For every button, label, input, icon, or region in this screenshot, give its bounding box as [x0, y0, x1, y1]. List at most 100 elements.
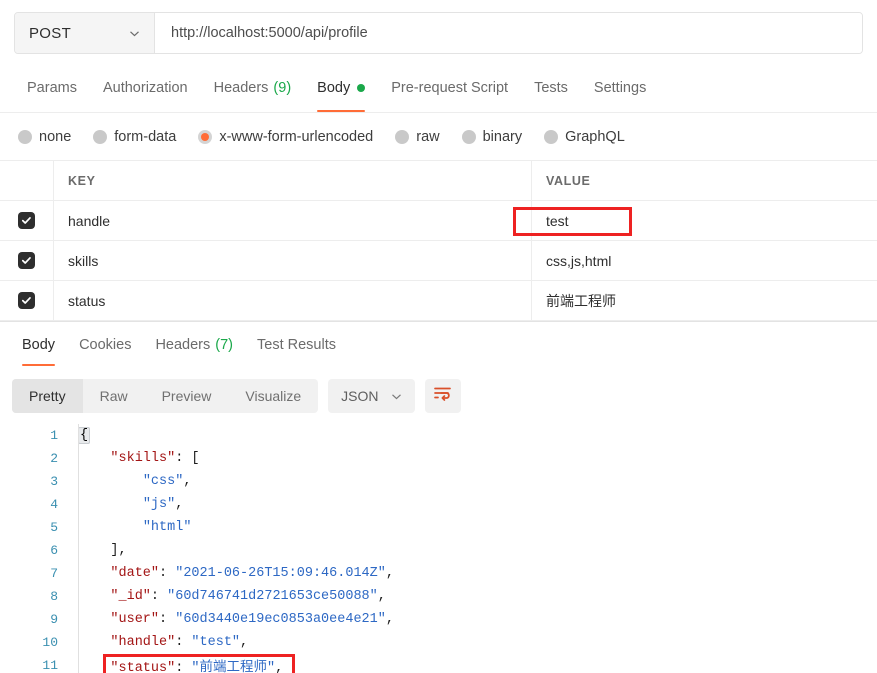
view-mode-visualize[interactable]: Visualize — [228, 379, 318, 413]
body-active-dot-icon — [357, 84, 366, 92]
row-value-cell[interactable]: test — [532, 201, 877, 240]
code-token: : — [159, 612, 176, 627]
tab-tests[interactable]: Tests — [521, 64, 581, 112]
response-tab-bar: Body Cookies Headers (7) Test Results — [0, 321, 877, 368]
headers-count: (9) — [273, 80, 292, 96]
code-token: : [ — [175, 451, 200, 466]
code-text: "date": "2021-06-26T15:09:46.014Z", — [62, 566, 394, 581]
url-input[interactable]: http://localhost:5000/api/profile — [155, 13, 862, 53]
body-type-radio-group: none form-data x-www-form-urlencoded raw… — [0, 113, 877, 161]
code-line: 6 ], — [0, 539, 877, 562]
code-token: "test" — [191, 635, 241, 650]
code-text: { — [62, 427, 91, 444]
code-token: : — [175, 661, 192, 673]
line-number: 2 — [50, 451, 58, 466]
tab-label: Body — [22, 337, 56, 353]
code-token: "skills" — [110, 451, 176, 466]
word-wrap-toggle-button[interactable] — [424, 379, 461, 413]
line-number: 8 — [50, 589, 58, 604]
code-line: 5 "html" — [0, 516, 877, 539]
response-view-toolbar: Pretty Raw Preview Visualize JSON — [0, 370, 877, 422]
tab-headers[interactable]: Headers (9) — [201, 64, 305, 112]
radio-raw[interactable]: raw — [395, 129, 440, 145]
response-tab-cookies[interactable]: Cookies — [67, 322, 143, 368]
radio-graphql[interactable]: GraphQL — [544, 129, 625, 145]
checkbox-checked-icon[interactable] — [18, 292, 35, 309]
line-number: 7 — [50, 566, 58, 581]
http-method-dropdown[interactable]: POST — [15, 13, 155, 53]
code-line: 2 "skills": [ — [0, 447, 877, 470]
code-token: : — [159, 566, 176, 581]
tab-pre-request-script[interactable]: Pre-request Script — [378, 64, 521, 112]
response-body-code-viewer[interactable]: 1{2 "skills": [3 "css", 4 "js", 5 "html" 6 … — [0, 424, 877, 673]
code-token: "css" — [142, 474, 184, 489]
code-token: "html" — [142, 520, 192, 535]
row-key-cell[interactable]: skills — [54, 241, 532, 280]
table-row[interactable]: status 前端工程师 — [0, 281, 877, 321]
radio-icon — [93, 129, 108, 144]
response-tab-test-results[interactable]: Test Results — [245, 322, 348, 368]
code-fold-brace: { — [78, 427, 91, 444]
row-key-cell[interactable]: handle — [54, 201, 532, 240]
view-mode-preview[interactable]: Preview — [145, 379, 229, 413]
code-token: "handle" — [110, 635, 176, 650]
radio-selected-icon — [198, 129, 213, 144]
tab-label: Tests — [534, 80, 568, 96]
gutter-divider — [78, 424, 79, 673]
table-row[interactable]: handle test — [0, 201, 877, 241]
code-token: , — [275, 661, 284, 673]
row-key-cell[interactable]: status — [54, 281, 532, 320]
code-text: "skills": [ — [62, 451, 200, 466]
header-checkbox-cell — [0, 161, 54, 200]
line-number: 9 — [50, 612, 58, 627]
code-token: , — [385, 566, 394, 581]
radio-none[interactable]: none — [18, 129, 71, 145]
code-token: "前端工程师" — [191, 661, 276, 673]
radio-label: binary — [482, 128, 523, 145]
url-text: http://localhost:5000/api/profile — [171, 25, 368, 41]
table-row[interactable]: skills css,js,html — [0, 241, 877, 281]
response-tab-body[interactable]: Body — [10, 322, 67, 368]
code-token: "user" — [110, 612, 160, 627]
tab-settings[interactable]: Settings — [581, 64, 659, 112]
tab-body[interactable]: Body — [304, 64, 378, 112]
code-text: "status": "前端工程师", — [62, 655, 283, 673]
tab-label: Headers — [155, 337, 211, 353]
response-tab-headers[interactable]: Headers (7) — [143, 322, 245, 368]
radio-icon — [544, 129, 559, 144]
row-value-cell[interactable]: 前端工程师 — [532, 281, 877, 320]
line-number: 5 — [50, 520, 58, 535]
checkbox-checked-icon[interactable] — [18, 252, 35, 269]
line-number: 10 — [42, 635, 58, 650]
code-token: : — [150, 589, 168, 604]
code-token: ], — [78, 543, 127, 558]
code-line: 4 "js", — [0, 493, 877, 516]
row-checkbox-cell — [0, 241, 54, 280]
view-mode-raw[interactable]: Raw — [83, 379, 145, 413]
table-header-row: KEY VALUE — [0, 161, 877, 201]
code-line: 10 "handle": "test", — [0, 631, 877, 654]
row-value-cell[interactable]: css,js,html — [532, 241, 877, 280]
response-format-dropdown[interactable]: JSON — [328, 379, 415, 413]
checkbox-checked-icon[interactable] — [18, 212, 35, 229]
code-text: ], — [62, 543, 127, 558]
url-bar-row: POST http://localhost:5000/api/profile — [0, 0, 877, 64]
radio-x-www-form-urlencoded[interactable]: x-www-form-urlencoded — [198, 129, 373, 145]
code-token: "2021-06-26T15:09:46.014Z" — [175, 566, 386, 581]
code-token: , — [240, 635, 249, 650]
tab-params[interactable]: Params — [14, 64, 90, 112]
tab-authorization[interactable]: Authorization — [90, 64, 201, 112]
radio-binary[interactable]: binary — [461, 128, 523, 145]
view-mode-pretty[interactable]: Pretty — [12, 379, 83, 413]
code-token: "_id" — [110, 589, 151, 604]
view-mode-label: Pretty — [29, 388, 66, 404]
code-line-list: 1{2 "skills": [3 "css", 4 "js", 5 "html" 6 … — [0, 424, 877, 673]
tab-label: Params — [27, 80, 77, 96]
radio-label: x-www-form-urlencoded — [219, 128, 374, 145]
chevron-down-icon — [129, 28, 140, 39]
radio-form-data[interactable]: form-data — [93, 129, 176, 145]
